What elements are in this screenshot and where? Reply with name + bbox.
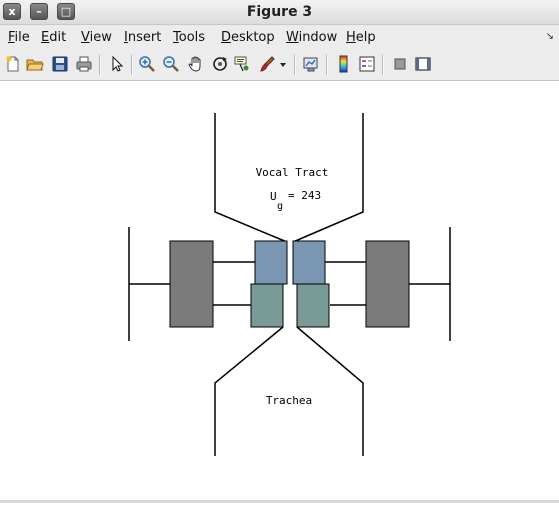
menu-desktop-mnemonic: D xyxy=(221,30,232,45)
flow-subscript: g xyxy=(277,201,283,212)
link-plot-icon[interactable] xyxy=(302,55,320,73)
hide-plot-tools-icon[interactable] xyxy=(391,55,409,73)
open-file-icon[interactable] xyxy=(26,55,44,73)
menu-edit-mnemonic: E xyxy=(41,30,50,45)
zoom-out-icon[interactable] xyxy=(162,55,180,73)
toolbar-separator xyxy=(99,55,101,75)
menu-view-mnemonic: V xyxy=(81,30,90,45)
toolbar-separator xyxy=(131,55,133,75)
edit-plot-arrow-icon[interactable] xyxy=(108,55,126,73)
pan-hand-icon[interactable] xyxy=(187,55,205,73)
menu-tools-rest: ools xyxy=(178,30,206,45)
window-titlebar: x – □ Figure 3 xyxy=(0,0,559,25)
colorbar-icon[interactable] xyxy=(335,55,353,73)
left-upper-fold-mass xyxy=(254,240,288,285)
menu-help[interactable]: Help xyxy=(346,30,376,45)
menu-window[interactable]: Window xyxy=(286,30,337,45)
brush-dropdown-icon[interactable] xyxy=(278,55,288,73)
trachea-right-wall xyxy=(296,326,364,456)
menu-help-rest: elp xyxy=(355,30,376,45)
rotate-3d-icon[interactable] xyxy=(211,55,229,73)
dock-figure-icon[interactable]: ↘ xyxy=(546,31,554,42)
flow-symbol: U xyxy=(270,190,277,203)
menu-desktop-rest: esktop xyxy=(231,30,275,45)
new-figure-icon[interactable] xyxy=(4,55,22,73)
menubar: File Edit View Insert Tools Desktop Wind… xyxy=(0,25,559,50)
menu-tools[interactable]: Tools xyxy=(173,30,205,45)
menu-view-rest: iew xyxy=(89,30,112,45)
toolbar-separator xyxy=(382,55,384,75)
right-body-mass xyxy=(365,240,410,328)
trachea-label: Trachea xyxy=(266,394,312,407)
vocal-tract-label: Vocal Tract xyxy=(256,166,329,179)
menu-insert-rest: nsert xyxy=(127,30,162,45)
right-lower-fold-mass xyxy=(296,283,330,328)
menu-help-mnemonic: H xyxy=(346,30,356,45)
vocal-fold-diagram: Vocal Tract U g = 243 Trachea xyxy=(128,113,451,456)
brush-icon[interactable] xyxy=(258,55,276,73)
menu-insert[interactable]: Insert xyxy=(124,30,161,45)
legend-icon[interactable] xyxy=(358,55,376,73)
toolbar-separator xyxy=(294,55,296,75)
menu-file-rest: ile xyxy=(14,30,30,45)
menu-desktop[interactable]: Desktop xyxy=(221,30,275,45)
right-upper-fold-mass xyxy=(292,240,326,285)
menu-file[interactable]: File xyxy=(8,30,30,45)
data-cursor-icon[interactable] xyxy=(234,55,252,73)
toolbar-separator xyxy=(326,55,328,75)
left-body-mass xyxy=(169,240,214,328)
trachea-left-wall xyxy=(214,326,284,456)
window-title: Figure 3 xyxy=(246,4,313,20)
menu-view[interactable]: View xyxy=(81,30,112,45)
menu-window-mnemonic: W xyxy=(286,30,299,45)
save-icon[interactable] xyxy=(51,55,69,73)
show-plot-tools-icon[interactable] xyxy=(414,55,432,73)
menu-edit[interactable]: Edit xyxy=(41,30,66,45)
menu-edit-rest: dit xyxy=(49,30,67,45)
figure-toolbar xyxy=(0,50,559,81)
print-icon[interactable] xyxy=(75,55,93,73)
menu-window-rest: indow xyxy=(298,30,338,45)
figure-canvas[interactable]: Vocal Tract U g = 243 Trachea xyxy=(0,81,559,503)
zoom-in-icon[interactable] xyxy=(138,55,156,73)
left-lower-fold-mass xyxy=(250,283,284,328)
flow-value: = 243 xyxy=(288,189,321,202)
